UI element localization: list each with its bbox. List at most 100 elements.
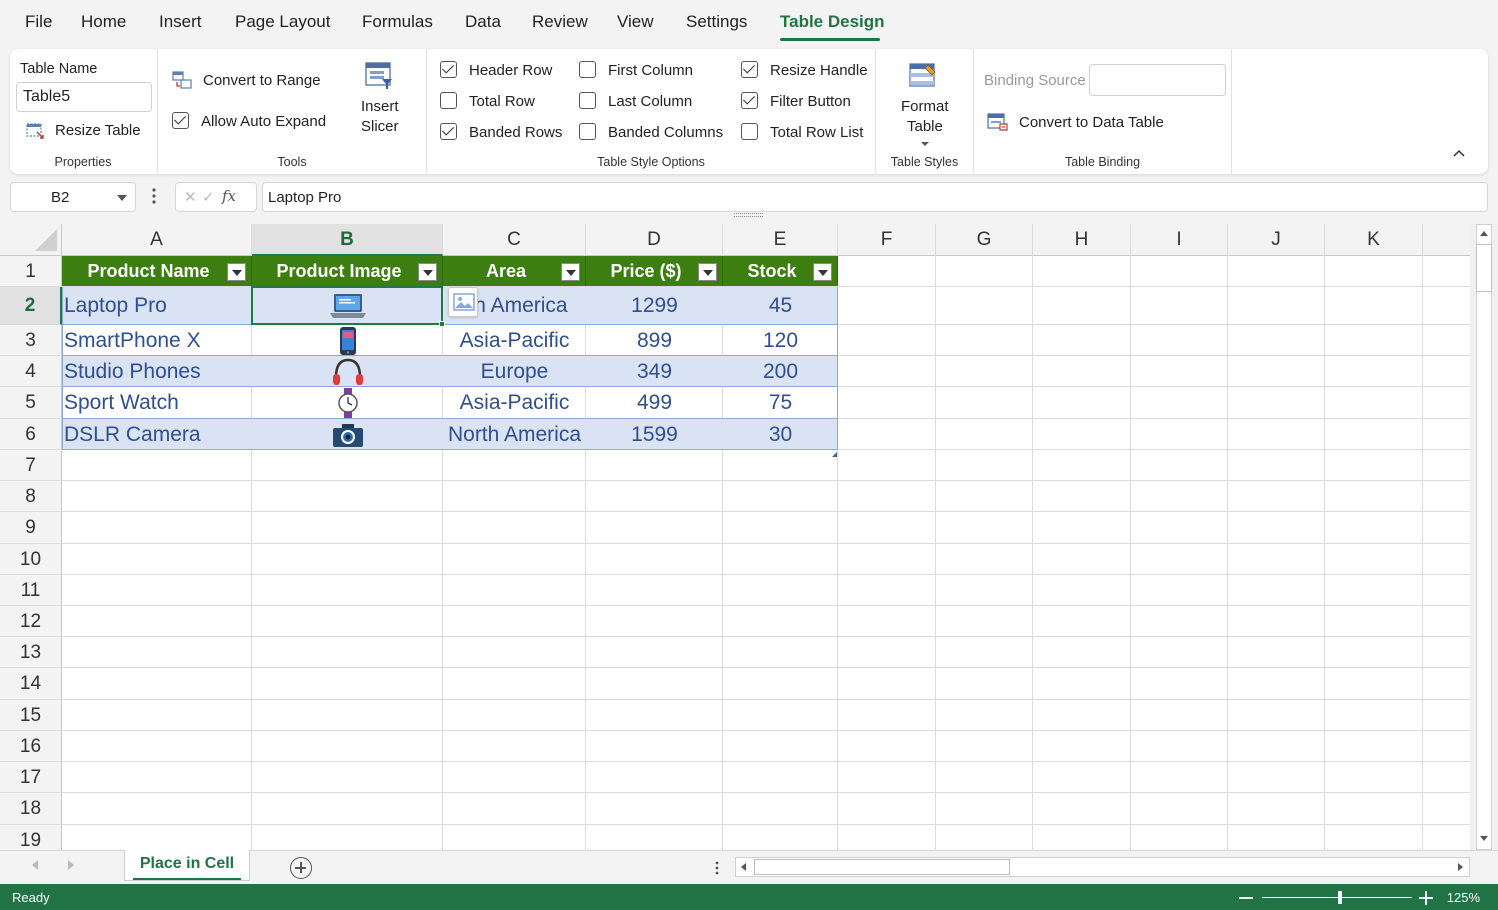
tab-file[interactable]: File bbox=[25, 12, 52, 32]
column-header-e[interactable]: E bbox=[723, 224, 838, 256]
format-table-label-2[interactable]: Table bbox=[907, 118, 943, 135]
column-header-j[interactable]: J bbox=[1228, 224, 1325, 256]
add-sheet-icon[interactable] bbox=[290, 857, 312, 879]
row-header-6[interactable]: 6 bbox=[0, 419, 62, 450]
row-header-19[interactable]: 19 bbox=[0, 825, 62, 850]
insert-slicer-icon[interactable] bbox=[364, 61, 394, 91]
banded-rows-checkbox[interactable] bbox=[440, 123, 457, 140]
banded-columns-checkbox[interactable] bbox=[579, 123, 596, 140]
binding-source-input[interactable] bbox=[1089, 64, 1226, 96]
horizontal-scroll-thumb[interactable] bbox=[754, 859, 1010, 875]
column-header-g[interactable]: G bbox=[936, 224, 1033, 256]
table-cell-price[interactable]: 349 bbox=[586, 356, 723, 387]
more-options-icon[interactable] bbox=[152, 186, 156, 206]
next-sheet-icon[interactable] bbox=[68, 860, 74, 870]
table-cell-area[interactable]: North America bbox=[443, 419, 586, 450]
table-cell-stock[interactable]: 75 bbox=[723, 387, 838, 419]
table-cell-area[interactable]: Europe bbox=[443, 356, 586, 387]
insert-slicer-label-1[interactable]: Insert bbox=[361, 98, 399, 115]
format-table-label-1[interactable]: Format bbox=[901, 98, 949, 115]
table-header-cell[interactable]: Product Name bbox=[62, 256, 252, 286]
table-header-cell[interactable]: Product Image bbox=[252, 256, 443, 286]
tab-settings[interactable]: Settings bbox=[686, 12, 747, 32]
table-header-cell[interactable]: Area bbox=[443, 256, 586, 286]
table-header-cell[interactable]: Stock bbox=[723, 256, 838, 286]
formula-bar-resize-grip[interactable] bbox=[734, 212, 764, 218]
filter-dropdown-icon[interactable] bbox=[418, 263, 437, 281]
column-header-f[interactable]: F bbox=[838, 224, 936, 256]
horizontal-scrollbar[interactable] bbox=[735, 857, 1470, 877]
row-header-4[interactable]: 4 bbox=[0, 356, 62, 387]
table-name-input[interactable]: Table5 bbox=[16, 82, 152, 112]
table-cell-stock[interactable]: 45 bbox=[723, 287, 838, 325]
row-header-12[interactable]: 12 bbox=[0, 606, 62, 637]
place-image-button[interactable] bbox=[448, 287, 478, 317]
tab-table-design[interactable]: Table Design bbox=[780, 12, 885, 32]
zoom-out-icon[interactable] bbox=[1239, 897, 1253, 899]
filter-button-checkbox[interactable] bbox=[741, 92, 758, 109]
allow-auto-expand-checkbox[interactable] bbox=[172, 112, 189, 129]
resize-handle-checkbox[interactable] bbox=[741, 61, 758, 78]
last-column-checkbox[interactable] bbox=[579, 92, 596, 109]
name-box[interactable]: B2 bbox=[10, 182, 136, 212]
select-all-corner[interactable] bbox=[0, 224, 62, 256]
sheet-tab-place-in-cell[interactable]: Place in Cell bbox=[124, 850, 250, 881]
total-row-list-checkbox[interactable] bbox=[741, 123, 758, 140]
scroll-left-icon[interactable] bbox=[739, 862, 749, 872]
convert-to-range-button[interactable]: Convert to Range bbox=[203, 72, 321, 89]
table-cell-stock[interactable]: 30 bbox=[723, 419, 838, 450]
confirm-icon[interactable]: ✓ bbox=[202, 188, 215, 206]
filter-dropdown-icon[interactable] bbox=[561, 263, 580, 281]
scroll-right-icon[interactable] bbox=[1455, 862, 1465, 872]
insert-slicer-label-2[interactable]: Slicer bbox=[361, 118, 399, 135]
convert-to-data-table-button[interactable]: Convert to Data Table bbox=[1019, 114, 1164, 131]
row-header-10[interactable]: 10 bbox=[0, 544, 62, 575]
collapse-ribbon-icon[interactable] bbox=[1452, 146, 1466, 160]
table-cell-image[interactable] bbox=[252, 325, 443, 356]
tab-data[interactable]: Data bbox=[465, 12, 501, 32]
row-header-16[interactable]: 16 bbox=[0, 731, 62, 762]
table-cell-price[interactable]: 499 bbox=[586, 387, 723, 419]
table-cell-area[interactable]: Asia-Pacific bbox=[443, 325, 586, 356]
column-header-partial[interactable] bbox=[1423, 224, 1470, 256]
table-cell-image[interactable] bbox=[252, 356, 443, 387]
row-header-1[interactable]: 1 bbox=[0, 256, 62, 287]
header-row-checkbox[interactable] bbox=[440, 61, 457, 78]
row-header-15[interactable]: 15 bbox=[0, 700, 62, 731]
zoom-level[interactable]: 125% bbox=[1447, 890, 1480, 905]
table-cell-name[interactable]: DSLR Camera bbox=[62, 419, 252, 450]
insert-function-icon[interactable]: fx bbox=[222, 187, 236, 205]
column-header-k[interactable]: K bbox=[1325, 224, 1423, 256]
row-header-17[interactable]: 17 bbox=[0, 762, 62, 793]
format-table-dropdown-icon[interactable] bbox=[920, 141, 930, 148]
table-cell-stock[interactable]: 200 bbox=[723, 356, 838, 387]
table-resize-handle[interactable] bbox=[832, 444, 837, 457]
fill-handle[interactable] bbox=[439, 321, 445, 327]
row-header-18[interactable]: 18 bbox=[0, 793, 62, 825]
zoom-slider-thumb[interactable] bbox=[1338, 891, 1342, 904]
table-cell-area[interactable]: Asia-Pacific bbox=[443, 387, 586, 419]
table-cell-name[interactable]: SmartPhone X bbox=[62, 325, 252, 356]
row-header-8[interactable]: 8 bbox=[0, 481, 62, 512]
column-header-b[interactable]: B bbox=[252, 224, 443, 256]
row-header-2[interactable]: 2 bbox=[0, 287, 62, 325]
table-cell-name[interactable]: Laptop Pro bbox=[62, 287, 252, 325]
table-cell-image[interactable] bbox=[252, 419, 443, 450]
vertical-scroll-thumb[interactable] bbox=[1476, 244, 1492, 292]
tab-page-layout[interactable]: Page Layout bbox=[235, 12, 330, 32]
vertical-scrollbar[interactable] bbox=[1470, 224, 1498, 850]
table-cell-image[interactable] bbox=[252, 387, 443, 419]
worksheet-grid[interactable]: A B C D E F G H I J K 1 2 3 4 5 6 7 8 9 10 11 12 13 14 15 16 17 18 19… bbox=[0, 224, 1470, 850]
table-cell-name[interactable]: Studio Phones bbox=[62, 356, 252, 387]
column-header-h[interactable]: H bbox=[1033, 224, 1131, 256]
row-header-13[interactable]: 13 bbox=[0, 637, 62, 668]
column-header-a[interactable]: A bbox=[62, 224, 252, 256]
prev-sheet-icon[interactable] bbox=[32, 860, 38, 870]
tab-view[interactable]: View bbox=[617, 12, 654, 32]
table-cell-price[interactable]: 1599 bbox=[586, 419, 723, 450]
tab-splitter-icon[interactable] bbox=[715, 860, 719, 876]
cancel-icon[interactable]: ✕ bbox=[184, 188, 197, 206]
tab-insert[interactable]: Insert bbox=[159, 12, 202, 32]
resize-table-button[interactable]: Resize Table bbox=[55, 122, 141, 139]
scroll-down-icon[interactable] bbox=[1478, 834, 1490, 844]
